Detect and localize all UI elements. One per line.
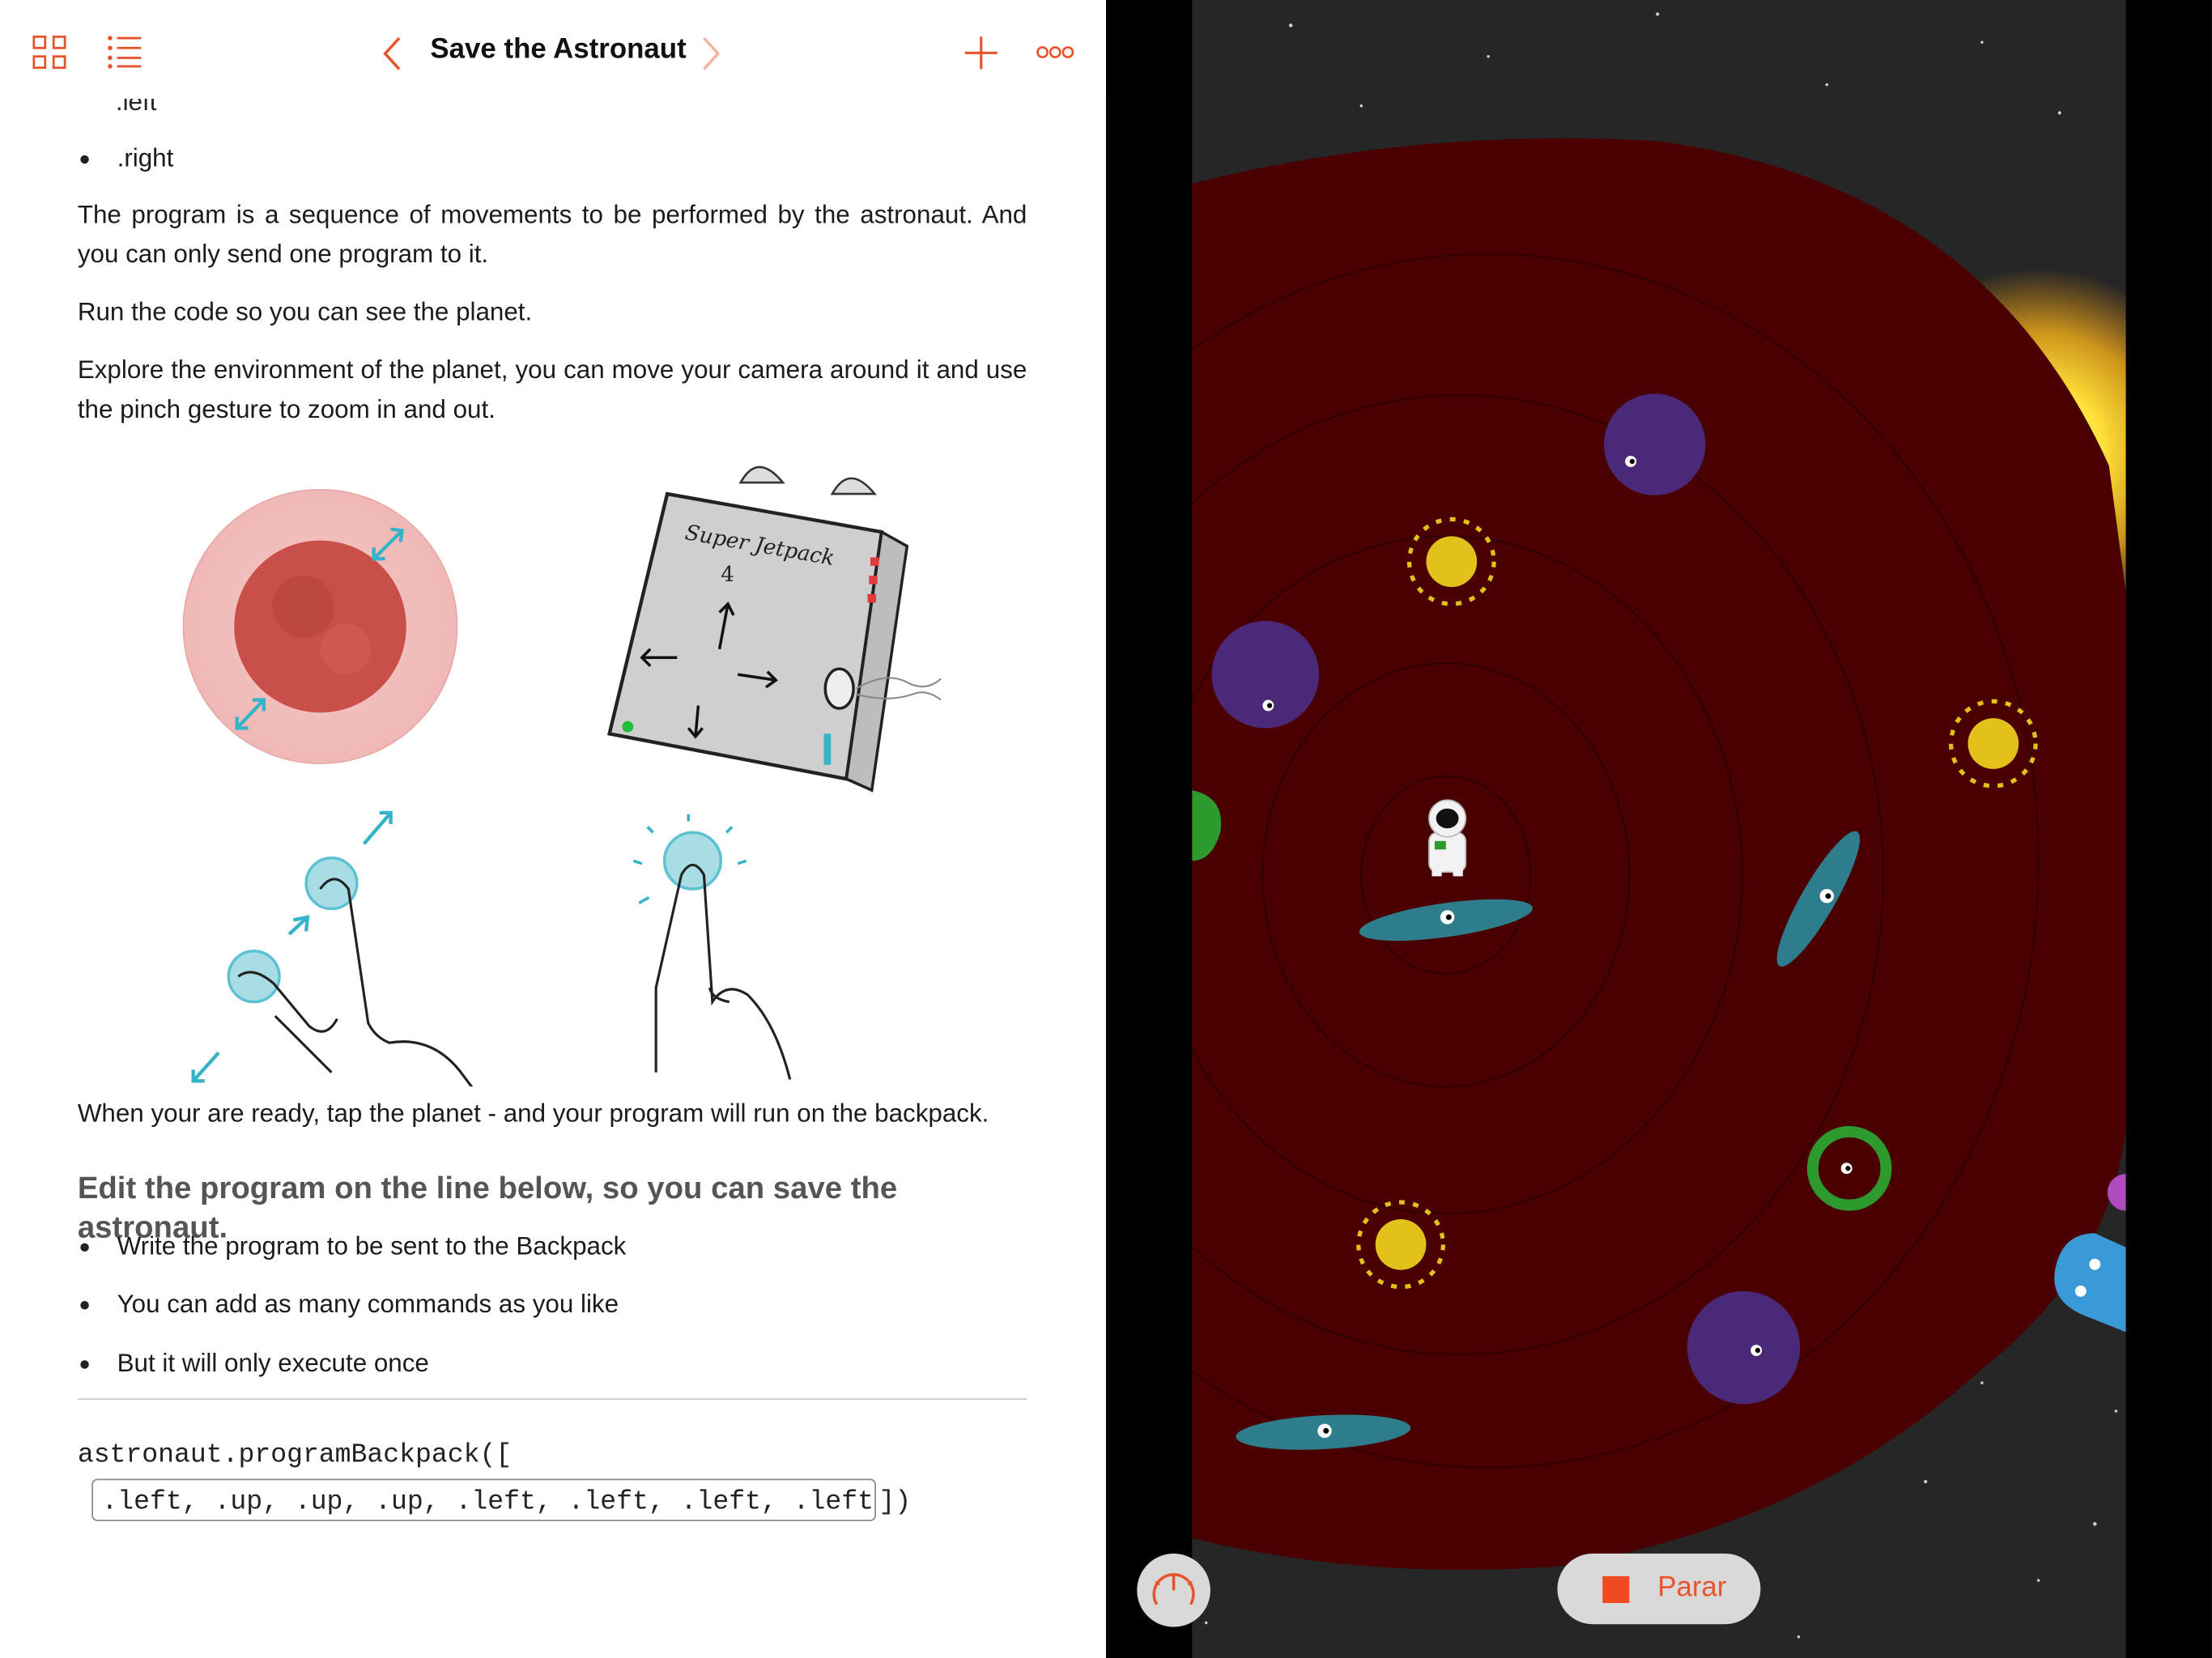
divider (77, 1398, 1027, 1401)
scene-canvas (1192, 12, 2126, 1639)
list-item: .right (80, 140, 173, 179)
purple-creature (1603, 393, 1706, 495)
list-item: You can add as many commands as you like (80, 1286, 619, 1324)
list-item: But it will only execute once (80, 1345, 429, 1384)
stop-icon (1602, 1575, 1630, 1604)
tap-gesture-drawing (632, 814, 792, 1080)
live-view: Parar (1105, 0, 2212, 1658)
speed-button[interactable] (1137, 1554, 1210, 1627)
page-title: Save the Astronaut (430, 33, 687, 66)
pinch-gesture-drawing (191, 810, 474, 1087)
jetpack-drawing: Super Jetpack 4 (607, 466, 942, 793)
paragraph: Explore the environment of the planet, y… (77, 355, 1027, 423)
chevron-left-icon[interactable] (381, 36, 403, 72)
chevron-right-icon[interactable] (700, 36, 722, 72)
purple-creature (1687, 1290, 1801, 1405)
program-input-field[interactable]: .left, .up, .up, .up, .left, .left, .lef… (91, 1478, 876, 1521)
space-scene[interactable] (1192, 0, 2126, 1658)
planet-drawing (182, 488, 458, 764)
grid-icon[interactable] (32, 35, 66, 70)
list-icon[interactable] (107, 36, 143, 70)
plus-icon[interactable] (963, 36, 999, 71)
blue-creature (2054, 1233, 2126, 1333)
stop-button[interactable]: Parar (1557, 1554, 1761, 1625)
purple-creature (1211, 620, 1320, 729)
list-item: Write the program to be sent to the Back… (80, 1227, 626, 1266)
document-pane: .left Save the Astronaut .right The prog… (0, 0, 1106, 1658)
paragraph: Run the code so you can see the planet. (77, 297, 533, 326)
jetpack-number: 4 (721, 563, 734, 587)
planet-surface[interactable] (1192, 138, 2126, 1571)
more-icon[interactable] (1036, 44, 1075, 61)
navigation-bar: Save the Astronaut (0, 0, 1106, 100)
stop-button-label: Parar (1657, 1571, 1727, 1604)
paragraph: When your are ready, tap the planet - an… (77, 1099, 989, 1128)
paragraph: The program is a sequence of movements t… (77, 200, 1027, 268)
code-close: ]) (878, 1486, 912, 1517)
instruction-illustration: Super Jetpack 4 (182, 466, 942, 1087)
code-line: astronaut.programBackpack([ (77, 1439, 513, 1471)
speedometer-icon (1152, 1573, 1195, 1605)
astronaut (1428, 799, 1467, 877)
